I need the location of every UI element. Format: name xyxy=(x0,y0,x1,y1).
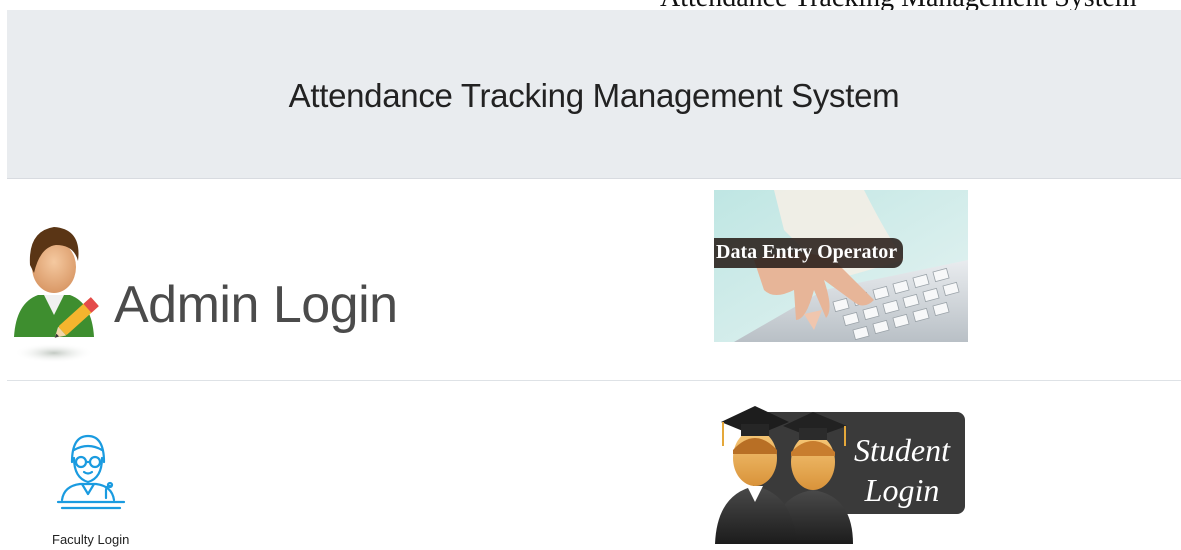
page-header: Attendance Tracking Management System xyxy=(7,10,1181,179)
faculty-login-label: Faculty Login xyxy=(52,532,130,547)
student-login-label: Student Login xyxy=(847,430,957,510)
student-login-button[interactable]: Student Login xyxy=(713,396,965,544)
data-entry-operator-button[interactable]: Data Entry Operator xyxy=(714,190,968,342)
admin-user-pencil-icon xyxy=(14,227,99,363)
data-entry-operator-label: Data Entry Operator xyxy=(714,238,904,268)
cropped-document-text: Attendance Tracking Management System xyxy=(0,0,1181,10)
admin-login-label: Admin Login xyxy=(114,276,398,334)
row-divider xyxy=(7,380,1181,381)
faculty-login-button[interactable]: Faculty Login xyxy=(48,428,158,550)
student-label-line2: Login xyxy=(864,472,940,508)
student-label-line1: Student xyxy=(854,432,950,468)
teacher-podium-icon xyxy=(56,434,126,510)
page-title: Attendance Tracking Management System xyxy=(288,77,900,114)
admin-login-button[interactable]: Admin Login xyxy=(10,215,398,365)
